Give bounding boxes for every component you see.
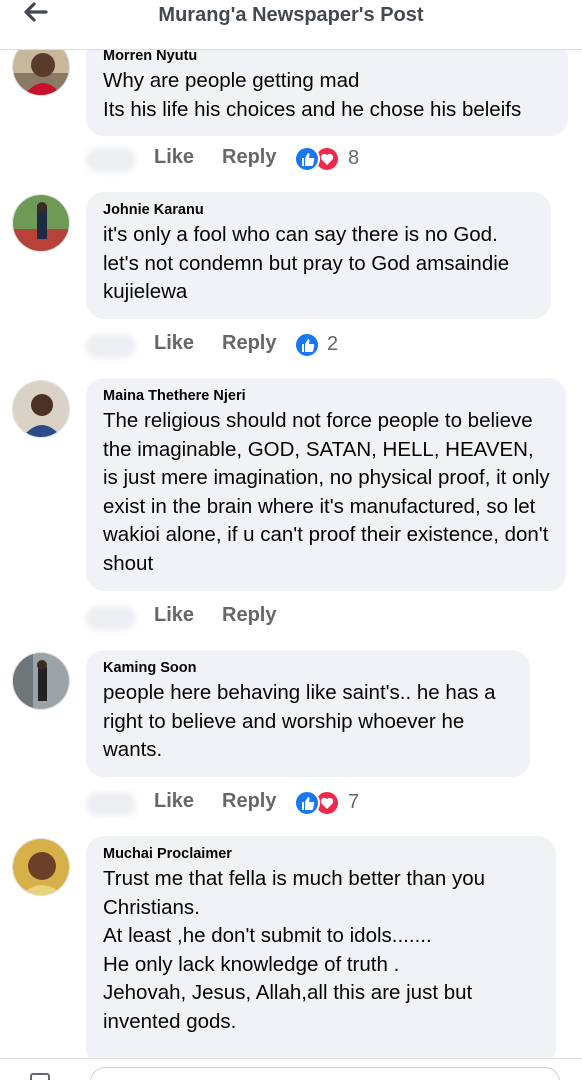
avatar[interactable] <box>12 380 70 438</box>
comment-timestamp <box>86 148 136 172</box>
comment-text: Why are people getting mad Its his life … <box>103 69 522 121</box>
like-button[interactable]: Like <box>154 604 194 627</box>
comment-timestamp <box>86 792 136 816</box>
comment-text: people here behaving like saint's.. he h… <box>103 681 496 762</box>
comment-text: The religious should not force people to… <box>103 409 550 575</box>
like-button[interactable]: Like <box>154 332 194 355</box>
like-reaction-icon <box>294 332 320 358</box>
comment-input[interactable] <box>90 1067 560 1080</box>
comment-bubble[interactable]: Johnie Karanu it's only a fool who can s… <box>86 192 551 319</box>
comment-item: Kaming Soon people here behaving like sa… <box>0 650 582 782</box>
reaction-count: 2 <box>327 333 339 355</box>
comment-author[interactable]: Maina Thethere Njeri <box>103 387 550 405</box>
avatar[interactable] <box>12 194 70 252</box>
avatar-photo-icon <box>13 653 69 709</box>
comment-author[interactable]: Johnie Karanu <box>103 201 535 219</box>
reply-button[interactable]: Reply <box>222 790 276 813</box>
comment-actions: Like Reply 2 <box>0 328 582 364</box>
camera-icon[interactable] <box>30 1073 50 1080</box>
comment-item: Johnie Karanu it's only a fool who can s… <box>0 192 582 326</box>
avatar[interactable] <box>12 838 70 896</box>
comment-bubble[interactable]: Maina Thethere Njeri The religious shoul… <box>86 378 566 591</box>
like-reaction-icon <box>294 146 320 172</box>
comment-actions: Like Reply 8 <box>0 142 582 178</box>
page-title: Murang'a Newspaper's Post <box>158 4 424 26</box>
comment-actions: Like Reply 7 <box>0 786 582 822</box>
comment-composer <box>0 1058 582 1080</box>
like-button[interactable]: Like <box>154 146 194 169</box>
comment-bubble[interactable]: Morren Nyutu Why are people getting mad … <box>86 38 568 137</box>
comment-bubble[interactable]: Kaming Soon people here behaving like sa… <box>86 650 530 777</box>
comment-text: Trust me that fella is much better than … <box>103 867 486 1033</box>
avatar[interactable] <box>12 652 70 710</box>
reaction-count: 7 <box>348 791 360 813</box>
like-button[interactable]: Like <box>154 790 194 813</box>
avatar-photo-icon <box>13 195 69 251</box>
avatar-photo-icon <box>13 381 69 437</box>
comment-item: Morren Nyutu Why are people getting mad … <box>0 38 582 138</box>
comment-timestamp <box>86 334 136 358</box>
avatar-photo-icon <box>13 839 69 895</box>
comment-timestamp <box>86 606 136 630</box>
comment-text: it's only a fool who can say there is no… <box>103 223 510 304</box>
comment-author[interactable]: Muchai Proclaimer <box>103 845 540 863</box>
reply-button[interactable]: Reply <box>222 332 276 355</box>
comment-bubble[interactable]: Muchai Proclaimer Trust me that fella is… <box>86 836 556 1066</box>
comment-item: Maina Thethere Njeri The religious shoul… <box>0 378 582 596</box>
comment-item: Muchai Proclaimer Trust me that fella is… <box>0 836 582 1066</box>
top-bar: Murang'a Newspaper's Post <box>0 0 582 50</box>
comment-author[interactable]: Kaming Soon <box>103 659 514 677</box>
reaction-count: 8 <box>348 147 360 169</box>
reply-button[interactable]: Reply <box>222 146 276 169</box>
comment-actions: Like Reply <box>0 600 582 636</box>
reply-button[interactable]: Reply <box>222 604 276 627</box>
like-reaction-icon <box>294 790 320 816</box>
